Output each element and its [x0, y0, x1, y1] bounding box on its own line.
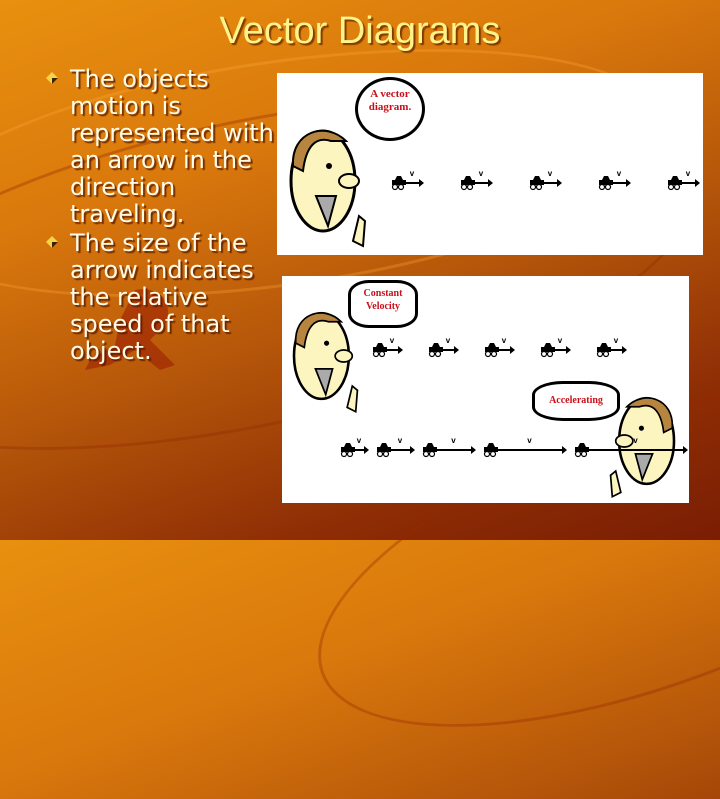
velocity-label: v [633, 436, 638, 445]
velocity-label: v [527, 436, 532, 445]
cartoon-man-icon [289, 129, 367, 248]
car-vector: v [596, 336, 627, 358]
car-vector: v [460, 169, 493, 191]
velocity-label: v [614, 336, 619, 345]
car-vector: v [391, 169, 424, 191]
slide-title: Vector Diagrams [219, 10, 501, 52]
speech-bubble: A vector diagram. [355, 77, 425, 141]
diamond-bullet-icon [46, 236, 58, 248]
velocity-label: v [410, 169, 415, 178]
speech-bubble-constant: Constant Velocity [348, 280, 418, 328]
diamond-bullet-icon [46, 72, 58, 84]
bullet-list: The objects motion is represented with a… [44, 66, 284, 367]
car-vector: v [667, 169, 700, 191]
velocity-label: v [479, 169, 484, 178]
bullet-text: The size of the arrow indicates the rela… [70, 229, 254, 365]
velocity-label: v [558, 336, 563, 345]
car-vector: v [574, 436, 688, 458]
bullet-item: The size of the arrow indicates the rela… [44, 230, 284, 365]
car-vector: v [598, 169, 631, 191]
car-vector: v [483, 436, 567, 458]
velocity-acceleration-figure: Constant Velocity Accelerating v v v v v v v v v… [282, 276, 689, 503]
velocity-label: v [502, 336, 507, 345]
car-vector: v [484, 336, 515, 358]
car-vector: v [422, 436, 476, 458]
velocity-label: v [390, 336, 395, 345]
car-vector: v [529, 169, 562, 191]
car-vector: v [372, 336, 403, 358]
velocity-label: v [446, 336, 451, 345]
car-vector: v [540, 336, 571, 358]
velocity-label: v [686, 169, 691, 178]
car-vector: v [428, 336, 459, 358]
velocity-label: v [398, 436, 403, 445]
velocity-label: v [451, 436, 456, 445]
velocity-label: v [357, 436, 362, 445]
velocity-label: v [548, 169, 553, 178]
bullet-text: The objects motion is represented with a… [70, 65, 274, 228]
velocity-label: v [617, 169, 622, 178]
vector-diagram-figure: A vector diagram. v v v v v [277, 73, 703, 255]
bullet-item: The objects motion is represented with a… [44, 66, 284, 228]
speech-bubble-accelerating: Accelerating [532, 381, 620, 421]
car-vector: v [376, 436, 415, 458]
car-vector: v [340, 436, 369, 458]
